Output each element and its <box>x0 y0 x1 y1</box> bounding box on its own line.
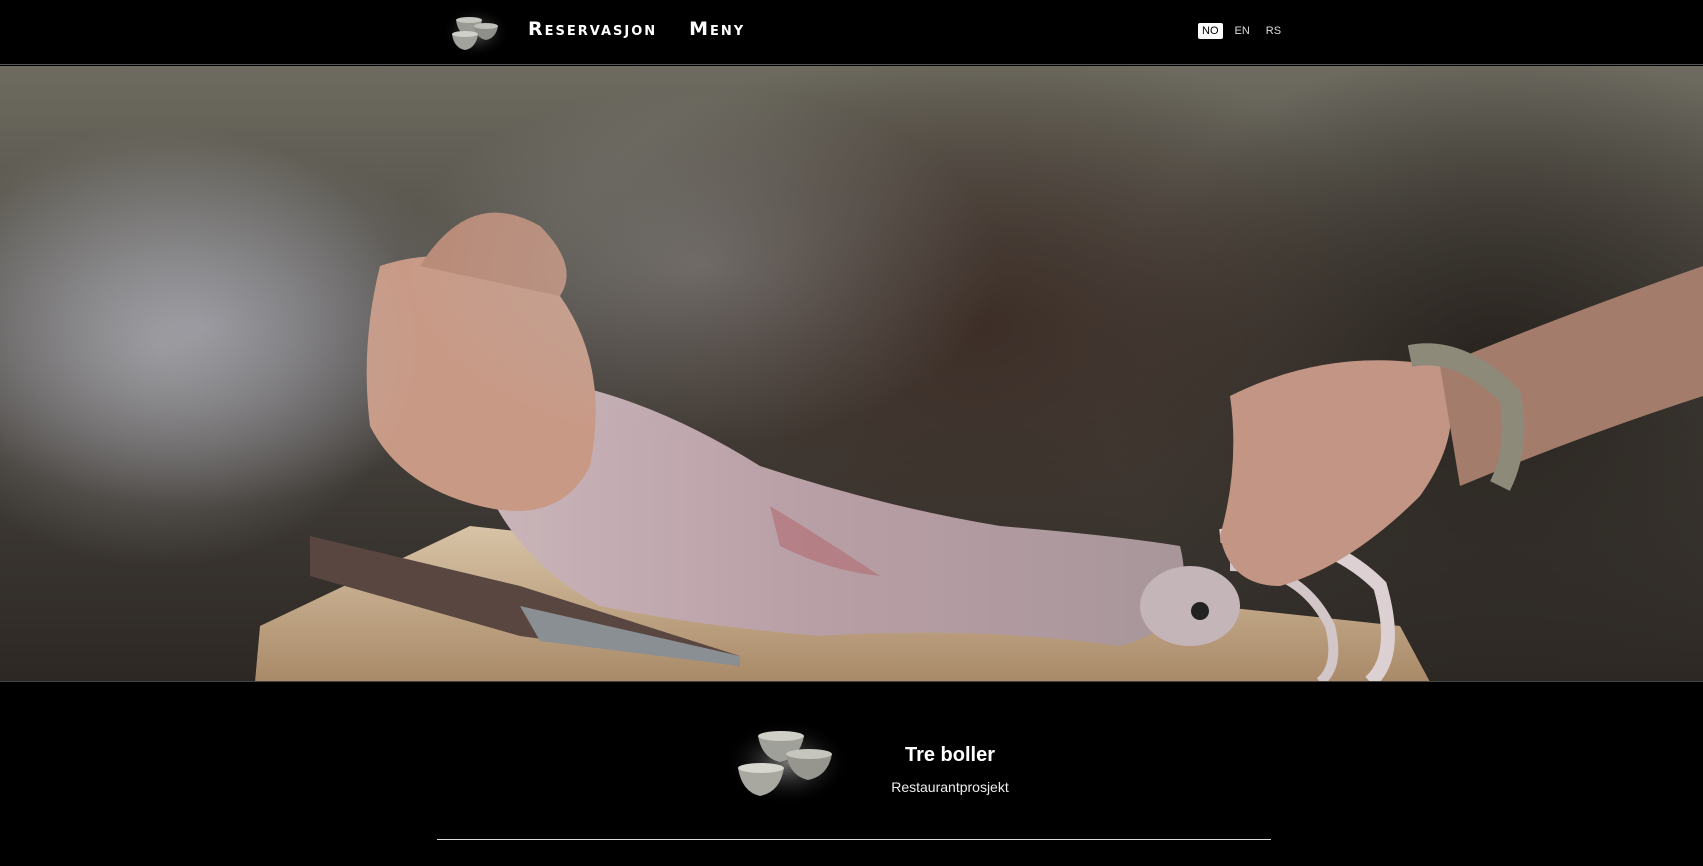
lang-en[interactable]: EN <box>1231 23 1254 39</box>
lang-no[interactable]: NO <box>1198 23 1223 39</box>
hero-video[interactable] <box>0 66 1703 682</box>
three-bowls-logo-icon[interactable] <box>440 4 512 60</box>
nav-meny[interactable]: Meny <box>689 18 745 40</box>
language-switcher: NO EN RS <box>1198 23 1285 39</box>
site-header: Reservasjon Meny NO EN RS <box>0 0 1703 65</box>
footer-divider <box>437 839 1271 840</box>
brand-subtitle: Restaurantprosjekt <box>891 779 1009 795</box>
three-bowls-logo-icon <box>722 718 852 808</box>
main-nav: Reservasjon Meny <box>528 18 745 40</box>
nav-reservasjon[interactable]: Reservasjon <box>528 18 657 40</box>
lang-rs[interactable]: RS <box>1262 23 1285 39</box>
hero-image-illustration <box>0 86 1703 681</box>
brand-title: Tre boller <box>904 744 996 766</box>
